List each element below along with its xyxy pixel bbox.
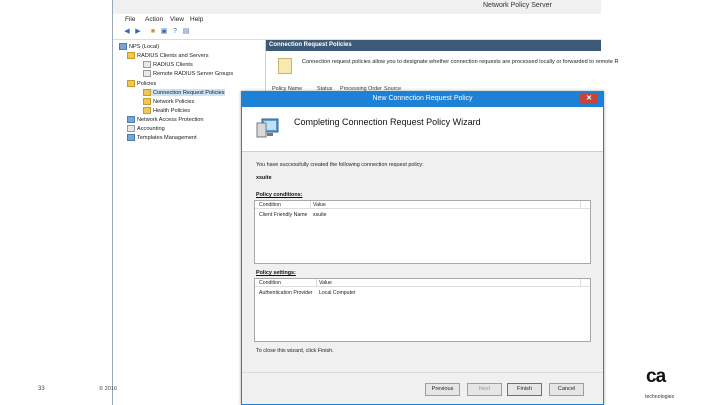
tree-item-label: RADIUS Clients xyxy=(153,61,193,68)
tree-item-label: Remote RADIUS Server Groups xyxy=(153,70,234,77)
tree-item-network-access-protection[interactable]: Network Access Protection xyxy=(127,116,204,123)
menu-bar: File Action View Help xyxy=(113,14,601,26)
toolbar: ◀ ▶ ■ ▣ ? ▤ xyxy=(113,26,601,40)
column-divider xyxy=(580,279,581,286)
column-header: Value xyxy=(319,280,332,286)
panel-icon[interactable]: ▤ xyxy=(182,28,190,36)
column-divider xyxy=(310,201,311,208)
pane-header: Connection Request Policies xyxy=(266,40,601,51)
help-icon[interactable]: ? xyxy=(171,28,179,36)
window-title: Network Policy Server xyxy=(483,2,552,9)
tree-item-connection-request-policies[interactable]: Connection Request Policies xyxy=(143,89,225,96)
wizard-header: Completing Connection Request Policy Wiz… xyxy=(242,107,603,152)
policy-name: xsuite xyxy=(256,175,272,181)
tree-item-label: Network Access Protection xyxy=(137,116,204,123)
close-button[interactable]: ✕ xyxy=(580,93,598,104)
column-divider xyxy=(316,279,317,286)
next-button[interactable]: Next xyxy=(467,383,502,396)
console-tree-icon[interactable]: ▣ xyxy=(160,28,168,36)
conditions-table[interactable]: Condition Value Client Friendly Name xsu… xyxy=(254,200,591,264)
settings-table[interactable]: Condition Value Authentication Provider … xyxy=(254,278,591,342)
folder-icon xyxy=(143,107,151,114)
dialog-title: New Connection Request Policy xyxy=(372,95,473,102)
cancel-button[interactable]: Cancel xyxy=(549,383,584,396)
condition-cell: Authentication Provider xyxy=(259,290,313,296)
table-header: Condition Value xyxy=(255,201,590,209)
back-arrow-icon[interactable]: ◀ xyxy=(123,28,131,36)
success-message: You have successfully created the follow… xyxy=(256,162,424,168)
ca-logo-text: technologies xyxy=(645,394,675,400)
document-icon xyxy=(127,125,135,132)
tree-item-health-policies[interactable]: Health Policies xyxy=(143,107,190,114)
tree-item-policies[interactable]: Policies xyxy=(127,80,156,87)
column-header: Condition xyxy=(259,280,281,286)
folder-icon xyxy=(143,89,151,96)
condition-cell: Client Friendly Name xyxy=(259,212,308,218)
dialog-footer: Previous Next Finish Cancel xyxy=(242,372,603,405)
slide-footer: © 2016 xyxy=(99,386,118,392)
folder-icon xyxy=(127,80,135,87)
dialog-titlebar[interactable]: New Connection Request Policy ✕ xyxy=(242,92,603,107)
menu-view[interactable]: View xyxy=(170,16,184,23)
finish-button[interactable]: Finish xyxy=(507,383,542,396)
value-cell: xsuite xyxy=(313,212,327,218)
column-divider xyxy=(580,201,581,208)
value-cell: Local Computer xyxy=(319,290,356,296)
menu-action[interactable]: Action xyxy=(145,16,163,23)
table-header: Condition Value xyxy=(255,279,590,287)
computer-icon xyxy=(119,43,127,50)
document-icon xyxy=(143,61,151,68)
pane-description: Connection request policies allow you to… xyxy=(302,59,619,65)
tree-item-label: Connection Request Policies xyxy=(153,89,225,96)
close-instruction: To close this wizard, click Finish. xyxy=(256,348,334,354)
slide-number: 33 xyxy=(38,386,45,392)
policy-document-icon xyxy=(278,58,292,74)
tree-item-templates-management[interactable]: Templates Management xyxy=(127,134,197,141)
new-connection-request-policy-dialog: New Connection Request Policy ✕ Completi… xyxy=(241,91,604,405)
tree-item-label: Health Policies xyxy=(153,107,190,114)
tree-item-label: NPS (Local) xyxy=(129,43,160,50)
column-header: Value xyxy=(313,202,326,208)
tree-item-accounting[interactable]: Accounting xyxy=(127,125,165,132)
settings-label: Policy settings: xyxy=(256,270,296,276)
column-header: Condition xyxy=(259,202,281,208)
wizard-heading: Completing Connection Request Policy Wiz… xyxy=(294,117,481,127)
pane-header-title: Connection Request Policies xyxy=(269,42,352,48)
previous-button[interactable]: Previous xyxy=(425,383,460,396)
tree-item-radius-clients-servers[interactable]: RADIUS Clients and Servers xyxy=(127,52,209,59)
menu-file[interactable]: File xyxy=(125,16,135,23)
menu-help[interactable]: Help xyxy=(190,16,203,23)
tree-item-network-policies[interactable]: Network Policies xyxy=(143,98,194,105)
tree-item-label: Policies xyxy=(137,80,157,87)
folder-icon xyxy=(143,98,151,105)
nps-titlebar: Network Policy Server xyxy=(113,0,601,15)
template-icon xyxy=(127,134,135,141)
document-icon xyxy=(143,70,151,77)
ca-logo-mark: ca xyxy=(646,366,666,387)
tree-item-label: Network Policies xyxy=(153,98,195,105)
folder-icon xyxy=(127,52,135,59)
folder-icon[interactable]: ■ xyxy=(149,28,157,36)
forward-arrow-icon[interactable]: ▶ xyxy=(134,28,142,36)
tree-item-label: Accounting xyxy=(137,125,165,132)
tree-item-radius-clients[interactable]: RADIUS Clients xyxy=(143,61,193,68)
tree-item-label: Templates Management xyxy=(137,134,197,141)
conditions-label: Policy conditions: xyxy=(256,192,303,198)
tree-item-nps-local[interactable]: NPS (Local) xyxy=(119,43,159,50)
computer-monitor-icon xyxy=(256,118,279,138)
tree-item-remote-radius-server-groups[interactable]: Remote RADIUS Server Groups xyxy=(143,70,233,77)
shield-icon xyxy=(127,116,135,123)
tree-item-label: RADIUS Clients and Servers xyxy=(137,52,209,59)
